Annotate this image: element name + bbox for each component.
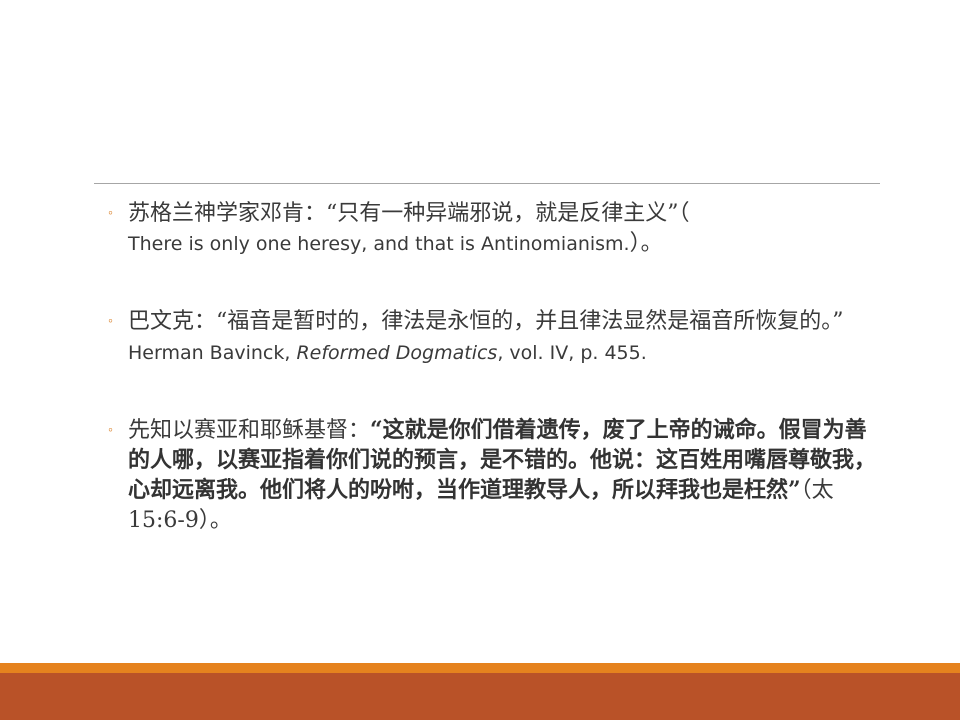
circle-bullet-icon: ◦ xyxy=(108,204,113,220)
circle-bullet-icon: ◦ xyxy=(108,421,113,437)
bullet-isaiah-quote: ◦ 先知以赛亚和耶稣基督：“这就是你们借着遗传，废了上帝的诫命。假冒为善的人哪，… xyxy=(108,415,888,535)
bavinck-reference: , vol. IV, p. 455. xyxy=(497,342,647,364)
duncan-quote-english: There is only one heresy, and that is An… xyxy=(128,233,630,255)
bavinck-author: Herman Bavinck, xyxy=(128,342,297,364)
footer-bar xyxy=(0,673,960,720)
slide-body: ◦ 苏格兰神学家邓肯：“只有一种异端邪说，就是反律主义”（ There is o… xyxy=(108,198,888,535)
duncan-quote-tail: ）。 xyxy=(629,231,663,256)
bavinck-quote-text: 巴文克：“福音是暂时的，律法是永恒的，并且律法显然是福音所恢复的。” xyxy=(128,309,844,334)
title-divider xyxy=(94,183,880,184)
bavinck-book-title: Reformed Dogmatics xyxy=(296,342,498,364)
duncan-quote-text: 苏格兰神学家邓肯：“只有一种异端邪说，就是反律主义”（ xyxy=(128,201,690,226)
bullet-bavinck-quote: ◦ 巴文克：“福音是暂时的，律法是永恒的，并且律法显然是福音所恢复的。” Her… xyxy=(108,306,888,368)
footer-accent-bar xyxy=(0,663,960,673)
circle-bullet-icon: ◦ xyxy=(108,312,113,328)
bullet-duncan-quote: ◦ 苏格兰神学家邓肯：“只有一种异端邪说，就是反律主义”（ There is o… xyxy=(108,198,888,259)
isaiah-quote-intro: 先知以赛亚和耶稣基督： xyxy=(128,418,371,443)
